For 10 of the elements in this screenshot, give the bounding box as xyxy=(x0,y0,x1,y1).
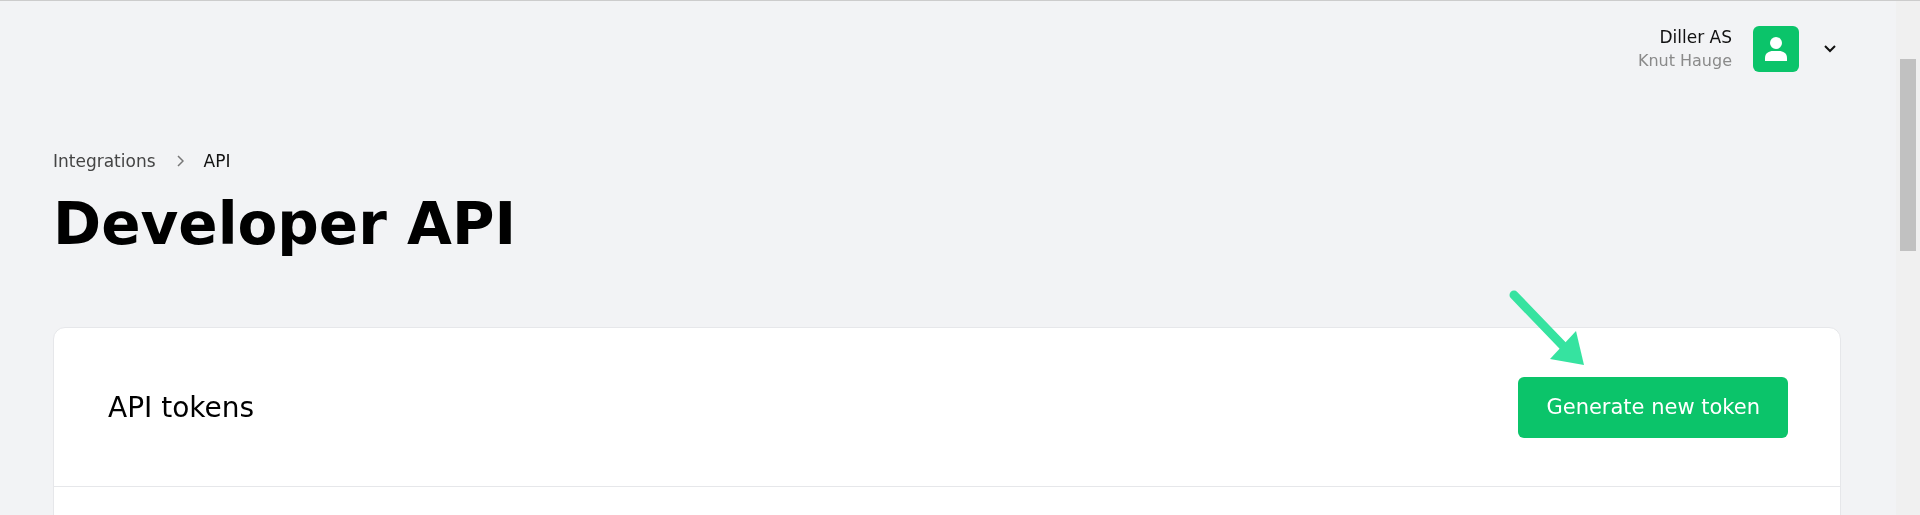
scrollbar[interactable] xyxy=(1896,1,1920,515)
avatar-icon[interactable] xyxy=(1753,26,1799,72)
company-name: Diller AS xyxy=(1659,26,1732,49)
user-name: Knut Hauge xyxy=(1637,50,1732,72)
breadcrumb-link[interactable]: Integrations xyxy=(53,151,156,171)
page-title: Developer API xyxy=(53,189,517,259)
chevron-right-icon xyxy=(175,155,184,167)
breadcrumb-current: API xyxy=(203,151,231,171)
card-title: API tokens xyxy=(108,390,255,424)
chevron-down-icon[interactable] xyxy=(1823,44,1837,54)
